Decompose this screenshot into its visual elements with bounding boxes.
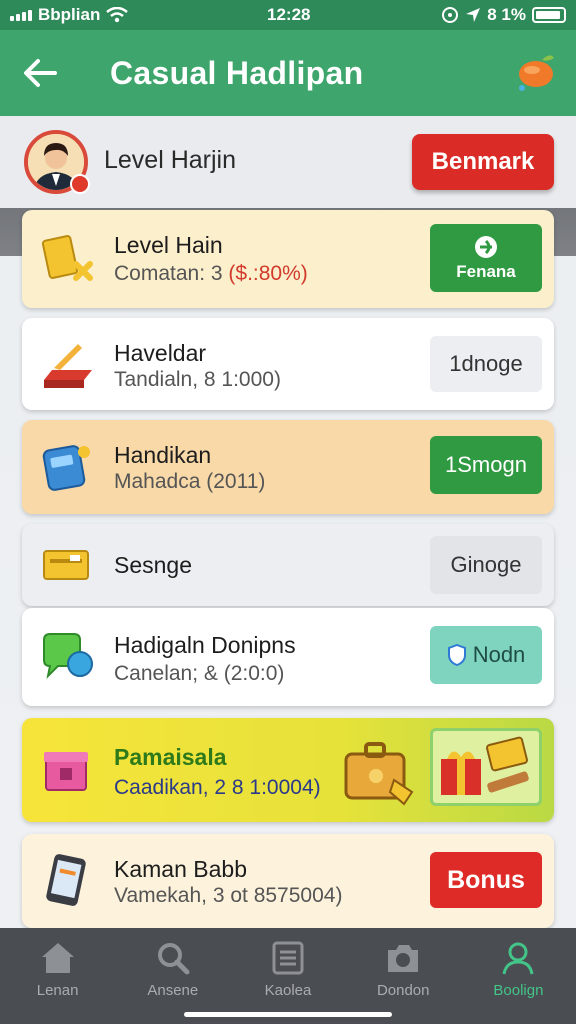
reward-bundle-button[interactable] — [430, 728, 542, 806]
tablet-icon — [42, 445, 90, 491]
tab-home-label: Lenan — [36, 982, 79, 999]
online-indicator — [70, 174, 90, 194]
benmark-button[interactable]: Benmark — [412, 134, 554, 190]
fruit-icon[interactable] — [512, 48, 558, 94]
app-bar: Casual Hadlipan — [0, 30, 576, 116]
gift-icon — [441, 736, 529, 795]
back-button[interactable] — [0, 30, 80, 116]
list-item[interactable]: Handikan Mahadca (2011) 1Smogn — [22, 420, 554, 514]
list-item[interactable]: Level Hain Comatan: 3 ($.:80%) Fenana — [22, 210, 554, 308]
card-title: Level Hain — [114, 232, 223, 258]
card-subtitle: Caadikan, 2 8 1:0004) — [114, 776, 321, 799]
card-subtitle: Vamekah, 3 ot 8575004) — [114, 884, 343, 907]
list-item[interactable]: Haveldar Tandialn, 8 1:000) 1dnoge — [22, 318, 554, 410]
treasure-case-icon — [344, 742, 414, 806]
tab-home[interactable]: Lenan — [0, 928, 115, 1024]
card-subtitle-text: Comatan: 3 — [114, 262, 223, 285]
tab-list[interactable]: Kaolea — [230, 928, 345, 1024]
person-icon — [502, 942, 534, 975]
battery-percent: 8 1% — [487, 5, 526, 24]
card-action-button[interactable]: 1dnoge — [430, 336, 542, 392]
card-title: Handikan — [114, 442, 212, 468]
nodn-button-label: Nodn — [472, 642, 526, 667]
location-icon — [466, 8, 481, 22]
signal-icon — [10, 9, 32, 21]
fenana-button[interactable]: Fenana — [430, 224, 542, 292]
card-subtitle: Comatan: 3 ($.:80%) — [114, 262, 308, 286]
tab-camera-label: Dondon — [376, 982, 430, 999]
list-item[interactable]: Sesnge Ginoge — [22, 524, 554, 606]
profile-row: Level Harjin Benmark — [0, 116, 576, 208]
tab-profile[interactable]: Boolign — [461, 928, 576, 1024]
card-action-button[interactable]: 1Smogn — [430, 436, 542, 494]
card-subtitle: Canelan; & (2:0:0) — [114, 662, 285, 685]
tab-search-label: Ansene — [147, 982, 199, 999]
list-item[interactable]: Kaman Babb Vamekah, 3 ot 8575004) Bonus — [22, 834, 554, 928]
card-subtitle: Tandialn, 8 1:000) — [114, 368, 281, 391]
home-indicator[interactable] — [184, 1012, 392, 1017]
bottom-nav: Lenan Ansene Kaolea Dondon Boolign — [0, 928, 576, 1024]
ruler-icon — [44, 344, 92, 388]
wallet-icon — [43, 550, 89, 580]
back-arrow-icon — [24, 59, 57, 87]
phone-icon — [46, 854, 86, 906]
card-title: Haveldar — [114, 340, 207, 366]
tab-list-label: Kaolea — [264, 982, 312, 999]
carrier-name: Bbplian — [38, 5, 101, 24]
card-action-button[interactable]: Ginoge — [430, 536, 542, 594]
tab-camera[interactable]: Dondon — [346, 928, 461, 1024]
card-subtitle: Mahadca (2011) — [114, 470, 266, 493]
alarm-icon — [442, 7, 459, 23]
tab-search[interactable]: Ansene — [115, 928, 230, 1024]
status-time: 12:28 — [267, 5, 311, 24]
fenana-button-label: Fenana — [456, 262, 516, 281]
page-title: Casual Hadlipan — [110, 54, 364, 91]
nodn-button[interactable]: Nodn — [430, 626, 542, 684]
chat-bubble-icon — [43, 633, 93, 680]
card-title: Pamaisala — [114, 744, 227, 770]
gift-box-icon — [44, 752, 88, 791]
list-item[interactable]: Pamaisala Caadikan, 2 8 1:0004) — [22, 718, 554, 822]
card-subtitle-highlight: ($.:80%) — [228, 262, 308, 285]
list-icon — [272, 941, 304, 975]
wifi-icon — [106, 7, 129, 23]
status-bar: Bbplian 12:28 8 1% — [0, 0, 576, 30]
profile-name: Level Harjin — [104, 146, 237, 174]
badge-icon — [475, 236, 497, 258]
card-title: Hadigaln Donipns — [114, 632, 296, 658]
shield-icon — [447, 644, 466, 666]
camera-icon — [388, 945, 419, 972]
home-icon — [41, 943, 74, 973]
list-item[interactable]: Hadigaln Donipns Canelan; & (2:0:0) Nodn — [22, 608, 554, 706]
card-title: Kaman Babb — [114, 856, 247, 882]
bonus-button[interactable]: Bonus — [430, 852, 542, 908]
search-icon — [157, 943, 190, 975]
battery-icon — [532, 7, 566, 23]
content-area: Level Harjin Benmark Level Hain Comatan:… — [0, 116, 576, 928]
card-title: Sesnge — [114, 552, 193, 578]
ticket-icon — [41, 235, 93, 281]
tab-profile-label: Boolign — [493, 982, 544, 999]
